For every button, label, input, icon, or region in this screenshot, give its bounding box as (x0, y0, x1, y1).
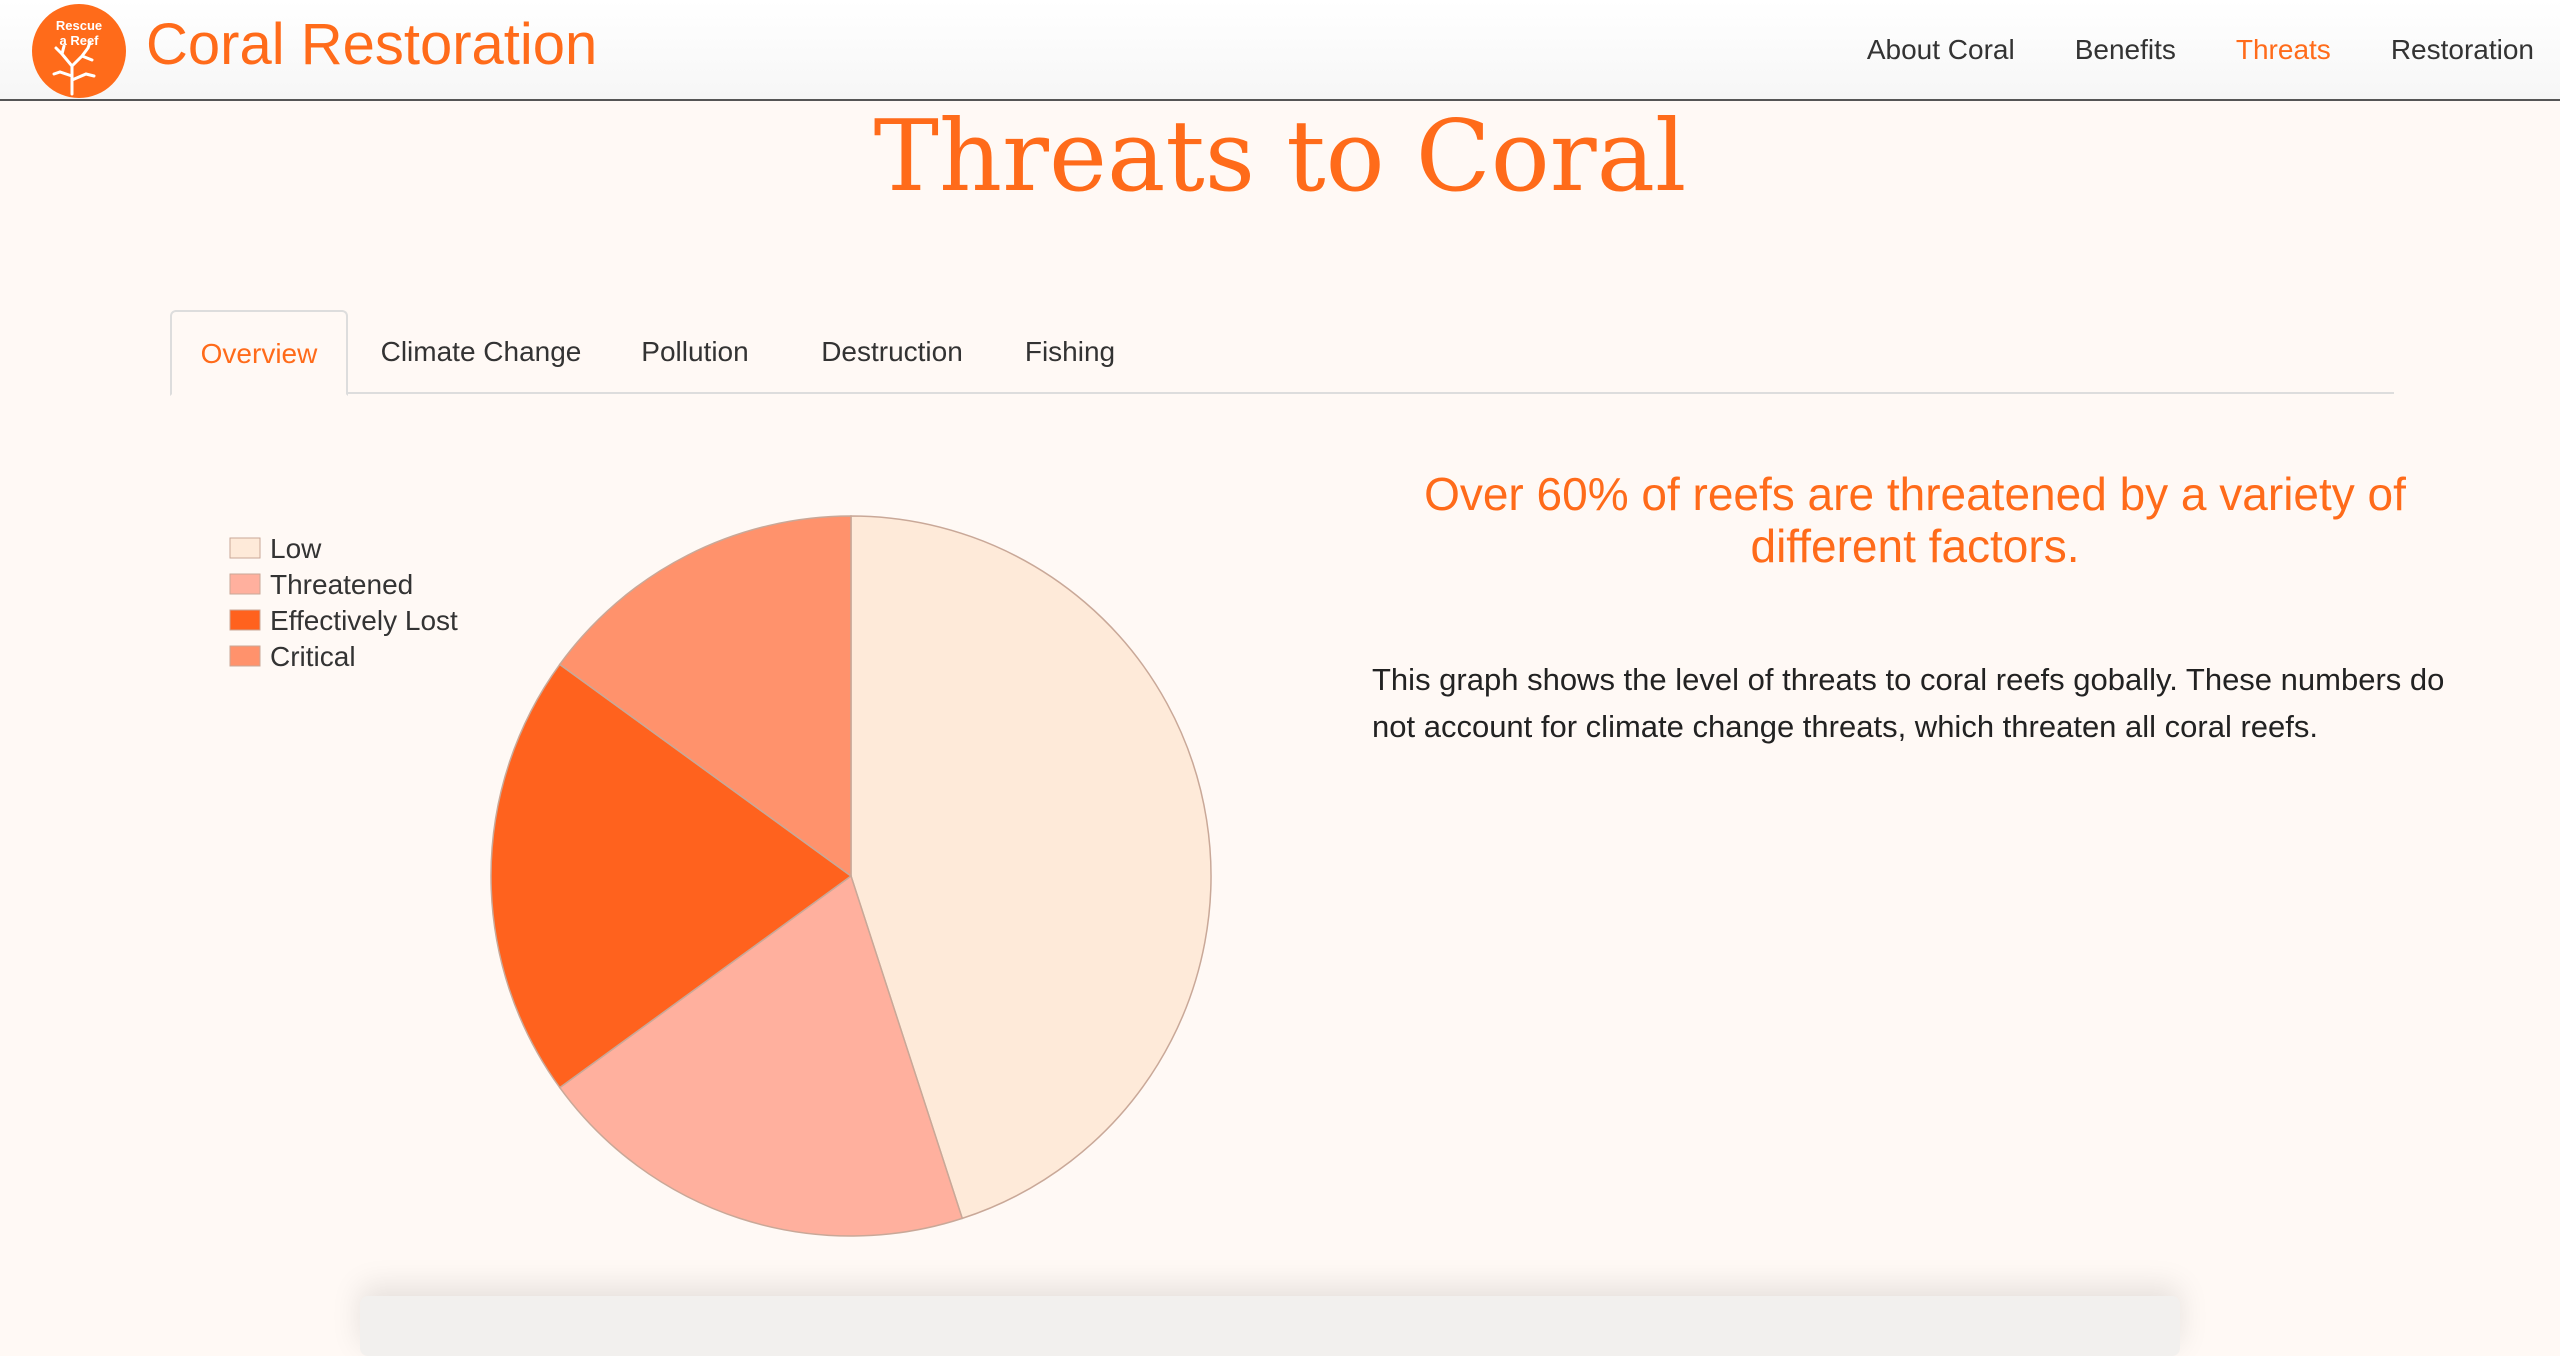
rescue-a-reef-logo[interactable]: Rescue a Reef (32, 4, 126, 98)
legend-swatch-threatened (229, 573, 261, 595)
threat-tabs: Overview Climate Change Pollution Destru… (170, 310, 2394, 396)
top-navbar: Rescue a Reef Coral Restoration About Co… (0, 0, 2560, 101)
tab-pollution[interactable]: Pollution (620, 310, 770, 394)
main-nav: About Coral Benefits Threats Restoration (1837, 28, 2534, 72)
legend-swatch-low (229, 537, 261, 559)
legend-label-low: Low (270, 533, 322, 564)
next-section-card-edge (360, 1296, 2180, 1356)
page-title: Threats to Coral (873, 100, 1687, 214)
legend-label-threatened: Threatened (270, 569, 413, 600)
nav-benefits[interactable]: Benefits (2045, 28, 2206, 72)
legend-label-effectively-lost: Effectively Lost (270, 605, 458, 636)
legend-swatch-effectively-lost (229, 609, 261, 631)
overview-description: This graph shows the level of threats to… (1372, 662, 2445, 744)
tab-destruction[interactable]: Destruction (802, 310, 982, 394)
threat-level-pie-chart: Low Threatened Effectively Lost Critical (229, 515, 1212, 1237)
brand-title[interactable]: Coral Restoration (146, 10, 597, 80)
overview-headline: Over 60% of reefs are threatened by a va… (1424, 468, 2406, 572)
nav-about-coral[interactable]: About Coral (1837, 28, 2045, 72)
tab-overview[interactable]: Overview (170, 310, 348, 396)
nav-threats[interactable]: Threats (2206, 28, 2361, 72)
nav-restoration[interactable]: Restoration (2361, 28, 2534, 72)
tab-fishing[interactable]: Fishing (1012, 310, 1128, 394)
tab-climate-change[interactable]: Climate Change (370, 310, 592, 394)
legend-label-critical: Critical (270, 641, 356, 672)
coral-icon (52, 40, 96, 96)
legend-swatch-critical (229, 645, 261, 667)
